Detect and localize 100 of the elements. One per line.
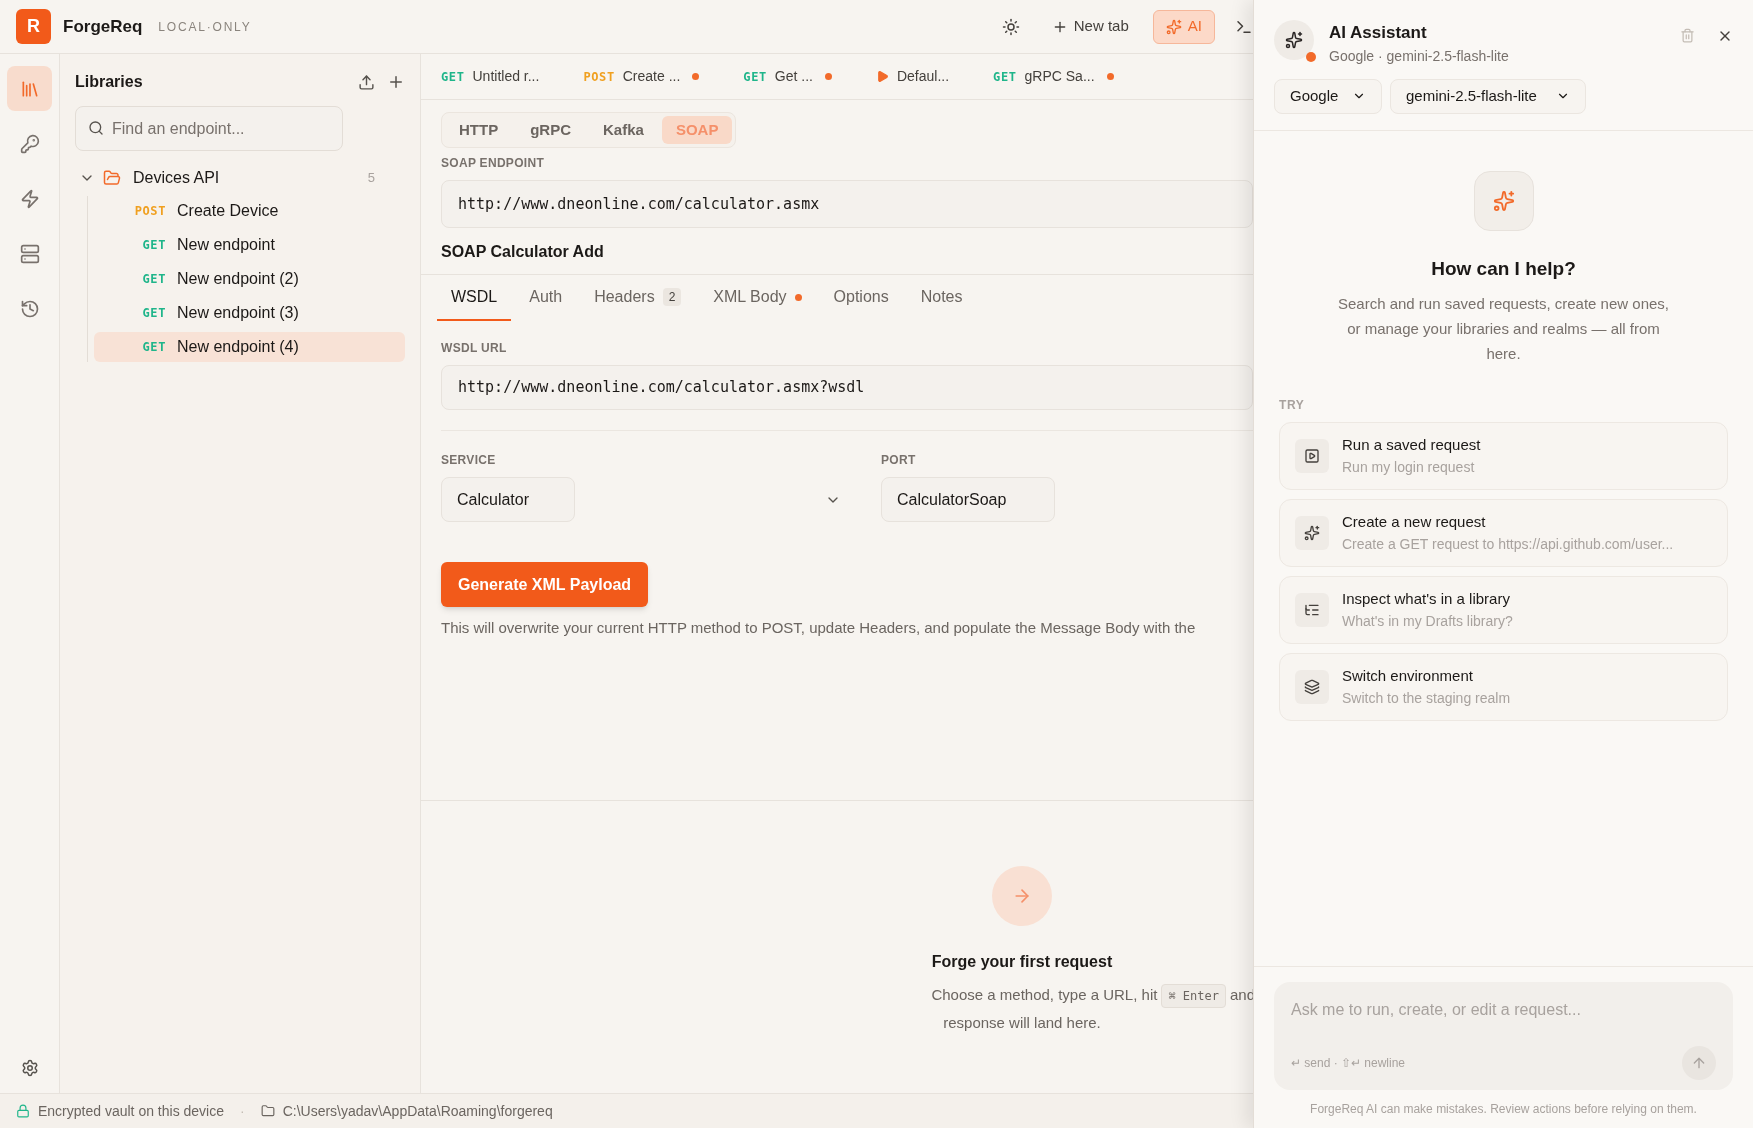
assistant-subtitle: Google · gemini-2.5-flash-lite [1329, 46, 1509, 66]
suggestion-prompt: What's in my Drafts library? [1342, 611, 1513, 631]
suggestion-prompt: Create a GET request to https://api.github.com/user... [1342, 534, 1674, 554]
suggestion-title: Switch environment [1342, 666, 1474, 687]
endpoint-name: Create Device [177, 201, 279, 221]
assistant-description: Search and run saved requests, create new ones, or manage your libraries and realms — all from here. [1336, 294, 1670, 364]
list-tree-icon [1295, 593, 1329, 627]
field-label: SERVICE [441, 452, 497, 469]
mode-label: LOCAL·ONLY [158, 18, 252, 36]
item-count: 5 [367, 169, 375, 188]
endpoint-name: New endpoint (3) [177, 303, 299, 323]
play-icon [1295, 439, 1329, 473]
empty-state-text: Choose a method, type a URL, hit [931, 985, 1158, 1006]
folder-icon [260, 1104, 275, 1118]
lock-icon [16, 1104, 30, 1118]
tab-title: Create ... [622, 67, 681, 86]
suggestion-prompt: Switch to the staging realm [1342, 688, 1511, 708]
endpoint-name: New endpoint (2) [177, 269, 299, 289]
request-tab[interactable]: GET Get ... [743, 66, 832, 87]
endpoint-item[interactable]: GET New endpoint [94, 230, 405, 260]
method-label: GET [141, 271, 166, 288]
method-label: GET [743, 68, 767, 86]
request-section-tab[interactable]: WSDL [437, 275, 512, 321]
tab-title: Untitled r... [472, 67, 540, 86]
request-tab[interactable]: GET Untitled r... [441, 66, 540, 87]
vault-status: Encrypted vault on this device [38, 1101, 224, 1121]
lightning-icon [19, 188, 40, 209]
model-select[interactable]: gemini-2.5-flash-lite [1390, 78, 1586, 114]
layers-icon [1295, 670, 1329, 704]
sparkles-icon [1285, 31, 1303, 49]
endpoint-item[interactable]: GET New endpoint (2) [94, 264, 405, 294]
key-icon [19, 133, 40, 154]
protocol-tab[interactable]: HTTP [445, 116, 513, 144]
endpoint-item[interactable]: GET New endpoint (4) [94, 332, 405, 362]
play-icon [875, 70, 889, 83]
method-label: GET [141, 237, 166, 254]
app-logo: R [16, 9, 51, 44]
shortcut-key: ⌘ Enter [1161, 983, 1226, 1008]
libraries-title: Libraries [75, 72, 143, 92]
request-section-tab[interactable]: Auth [515, 275, 577, 321]
folder-row[interactable]: Devices API 5 [75, 163, 405, 193]
request-tab[interactable]: Defaul... [875, 66, 950, 87]
settings-icon[interactable] [20, 1059, 39, 1077]
search-icon [88, 120, 104, 136]
wsdl-url-field[interactable]: http://www.dneonline.com/calculator.asmx?wsdl [441, 365, 1253, 410]
request-section-tab[interactable]: Notes [906, 275, 977, 321]
sidebar-nav-button[interactable] [7, 66, 52, 111]
method-label: POST [583, 68, 615, 86]
suggestion-title: Run a saved request [1342, 435, 1481, 456]
server-icon [19, 243, 40, 264]
tab-title: Defaul... [896, 67, 950, 86]
method-label: GET [993, 68, 1017, 86]
method-label: POST [133, 203, 166, 220]
new-tab-button[interactable]: New tab [1043, 11, 1137, 42]
separator-dot: · [240, 1101, 245, 1121]
request-tab[interactable]: POST Create ... [583, 66, 700, 87]
suggestion-prompt: Run my login request [1342, 457, 1476, 477]
input-hint: ↵ send · ⇧↵ newline [1291, 1055, 1406, 1072]
suggestion-card[interactable]: Inspect what's in a library What's in my Drafts library? [1279, 576, 1728, 644]
sparkles-icon [1165, 18, 1182, 35]
endpoint-name: New endpoint (4) [177, 337, 299, 357]
plus-icon[interactable] [387, 73, 405, 91]
empty-state-text: response will land here. [943, 1012, 1101, 1033]
tab-title: Get ... [774, 67, 813, 86]
endpoint-item[interactable]: GET New endpoint (3) [94, 298, 405, 328]
suggestion-card[interactable]: Run a saved request Run my login request [1279, 422, 1728, 490]
folder-name: Devices API [133, 168, 220, 188]
request-section-tab[interactable]: Headers 2 [580, 275, 696, 321]
count-badge: 2 [662, 288, 682, 306]
export-icon[interactable] [358, 73, 375, 91]
theme-icon[interactable] [1001, 17, 1020, 36]
sparkles-icon [1295, 516, 1329, 550]
field-label: SOAP ENDPOINT [441, 155, 546, 172]
service-select[interactable]: Calculator [441, 477, 851, 522]
endpoint-field[interactable]: http://www.dneonline.com/calculator.asmx [441, 180, 1253, 228]
provider-select[interactable]: Google [1274, 78, 1382, 114]
request-section-tab[interactable]: XML Body [699, 275, 816, 321]
suggestion-card[interactable]: Switch environment Switch to the staging realm [1279, 653, 1728, 721]
suggestion-title: Create a new request [1342, 512, 1487, 533]
suggestion-card[interactable]: Create a new request Create a GET request to https://api.github.com/user... [1279, 499, 1728, 567]
endpoint-item[interactable]: POST Create Device [94, 196, 405, 226]
assistant-title: AI Assistant [1329, 22, 1428, 44]
protocol-tab[interactable]: gRPC [516, 116, 585, 144]
empty-state-title: Forge your first request [931, 951, 1113, 972]
search-field[interactable]: Find an endpoint... [75, 106, 343, 151]
method-label: GET [141, 305, 166, 322]
hint-text: This will overwrite your current HTTP method to POST, update Headers, and populate the Message Body with the [441, 618, 1197, 638]
assistant-heading: How can I help? [1430, 256, 1577, 281]
request-section-tab[interactable]: Options [819, 275, 903, 321]
field-label: PORT [881, 452, 917, 469]
chat-input[interactable]: Ask me to run, create, or edit a request... [1291, 998, 1716, 1022]
endpoint-name: New endpoint [177, 235, 275, 255]
history-icon [19, 298, 40, 319]
method-label: GET [441, 68, 465, 86]
protocol-tab[interactable]: Kafka [589, 116, 658, 144]
port-field[interactable]: CalculatorSoap [881, 477, 1055, 522]
try-label: TRY [1279, 397, 1306, 414]
request-tab[interactable]: GET gRPC Sa... [993, 66, 1114, 87]
method-label: GET [141, 339, 166, 356]
tab-title: gRPC Sa... [1024, 67, 1095, 86]
